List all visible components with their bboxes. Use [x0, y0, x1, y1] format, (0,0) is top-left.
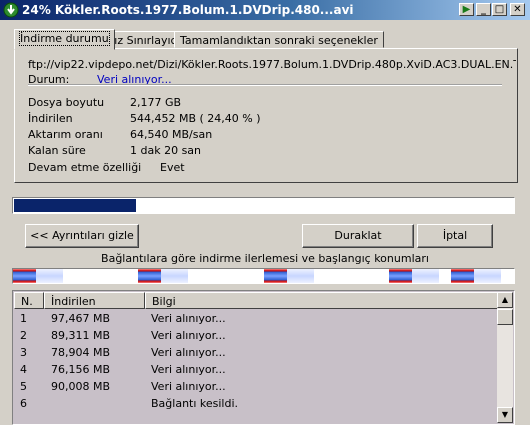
cell-downloaded: 76,156 MB	[51, 363, 111, 376]
cell-downloaded: 97,467 MB	[51, 312, 111, 325]
file-size-value: 2,177 GB	[130, 96, 182, 109]
title-bar[interactable]: 24% Kökler.Roots.1977.Bolum.1.DVDrip.480…	[0, 0, 530, 20]
cell-n: 5	[20, 380, 27, 393]
column-header-info[interactable]: Bilgi	[145, 292, 499, 309]
progress-fill	[14, 199, 136, 212]
table-row[interactable]: 5 90,008 MB Veri alınıyor...	[14, 378, 499, 395]
cell-downloaded: 78,904 MB	[51, 346, 111, 359]
time-remaining-label: Kalan süre	[28, 144, 86, 157]
download-arrow-icon	[3, 2, 19, 18]
column-header-number[interactable]: N.	[14, 292, 44, 309]
connections-caption: Bağlantılara göre indirme ilerlemesi ve …	[101, 252, 429, 265]
tab-after-complete-options[interactable]: Tamamlandıktan sonraki seçenekler	[174, 31, 384, 48]
connection-segment	[13, 269, 36, 283]
scroll-up-arrow-icon[interactable]: ▲	[497, 292, 513, 308]
connection-segment	[389, 269, 412, 283]
close-button[interactable]: ✕	[510, 3, 525, 16]
downloaded-label: İndirilen	[28, 112, 73, 125]
minimize-button[interactable]: _	[476, 3, 491, 16]
cell-n: 4	[20, 363, 27, 376]
cell-downloaded: 89,311 MB	[51, 329, 111, 342]
downloaded-value: 544,452 MB ( 24,40 % )	[130, 112, 261, 125]
list-scrollbar[interactable]: ▲ ▼	[497, 292, 513, 423]
pause-button[interactable]: Duraklat	[302, 224, 414, 248]
cell-n: 3	[20, 346, 27, 359]
transfer-rate-value: 64,540 MB/san	[130, 128, 213, 141]
time-remaining-value: 1 dak 20 san	[130, 144, 202, 157]
cell-n: 2	[20, 329, 27, 342]
scroll-down-arrow-icon[interactable]: ▼	[497, 407, 513, 423]
download-status-panel: ftp://vip22.vipdepo.net/Dizi/Kökler.Root…	[14, 48, 518, 183]
cell-downloaded: 90,008 MB	[51, 380, 111, 393]
transfer-rate-label: Aktarım oranı	[28, 128, 103, 141]
connection-segment	[138, 269, 161, 283]
table-row[interactable]: 1 97,467 MB Veri alınıyor...	[14, 310, 499, 327]
cell-info: Veri alınıyor...	[151, 346, 226, 359]
hide-details-button[interactable]: << Ayrıntıları gizle	[25, 224, 139, 248]
cancel-button[interactable]: İptal	[417, 224, 493, 248]
cell-info: Veri alınıyor...	[151, 380, 226, 393]
resume-capability-label: Devam etme özelliği	[28, 161, 142, 174]
tab-download-status[interactable]: İndirme durumu	[14, 29, 115, 50]
connections-list[interactable]: N. İndirilen Bilgi 1 97,467 MB Veri alınıy…	[12, 290, 515, 425]
connection-segment	[264, 269, 287, 283]
table-row[interactable]: 2 89,311 MB Veri alınıyor...	[14, 327, 499, 344]
tab-label: İndirme durumu	[19, 31, 110, 46]
connection-segment	[451, 269, 474, 283]
cell-n: 1	[20, 312, 27, 325]
download-progress-bar	[12, 197, 515, 214]
connections-progress-bar	[12, 268, 515, 284]
divider	[28, 84, 502, 86]
scroll-thumb[interactable]	[497, 309, 513, 325]
tab-label: Hız Sınırlayıcı	[106, 34, 180, 47]
download-url: ftp://vip22.vipdepo.net/Dizi/Kökler.Root…	[28, 58, 516, 71]
cell-info: Veri alınıyor...	[151, 329, 226, 342]
column-header-downloaded[interactable]: İndirilen	[44, 292, 145, 309]
cell-info: Bağlantı kesildi.	[151, 397, 239, 410]
window-title: 24% Kökler.Roots.1977.Bolum.1.DVDrip.480…	[22, 3, 354, 17]
list-header: N. İndirilen Bilgi	[14, 292, 499, 309]
table-row[interactable]: 4 76,156 MB Veri alınıyor...	[14, 361, 499, 378]
file-size-label: Dosya boyutu	[28, 96, 105, 109]
maximize-button[interactable]: □	[492, 3, 507, 16]
cell-info: Veri alınıyor...	[151, 312, 226, 325]
tab-label: Tamamlandıktan sonraki seçenekler	[180, 34, 378, 47]
resume-capability-value: Evet	[160, 161, 185, 174]
cell-info: Veri alınıyor...	[151, 363, 226, 376]
table-row[interactable]: 3 78,904 MB Veri alınıyor...	[14, 344, 499, 361]
play-button[interactable]: ▶	[459, 3, 474, 16]
cell-n: 6	[20, 397, 27, 410]
table-row[interactable]: 6 Bağlantı kesildi.	[14, 395, 499, 412]
